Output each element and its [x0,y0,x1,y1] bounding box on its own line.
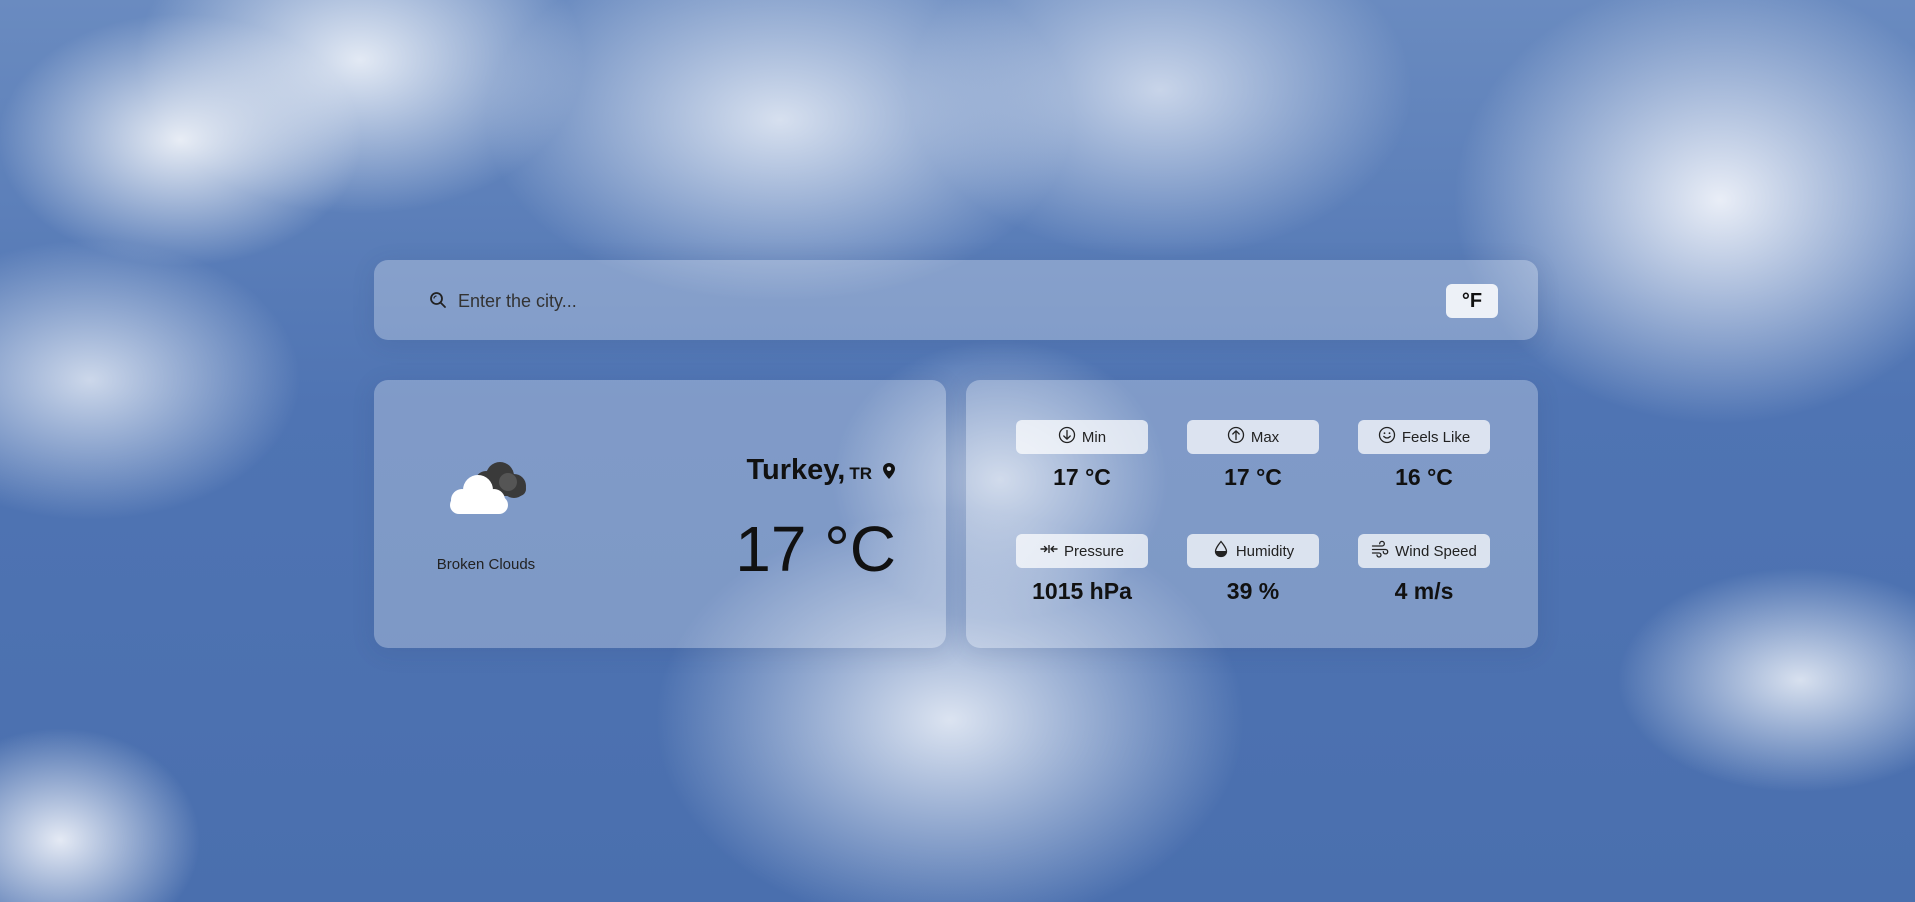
stat-pressure-chip: Pressure [1016,534,1148,568]
stat-wind-speed-chip: Wind Speed [1358,534,1490,568]
stat-min: Min 17 °C [1016,420,1148,491]
stat-wind-speed: Wind Speed 4 m/s [1358,534,1490,605]
location-pin-icon [882,462,896,480]
location: Turkey, TR [700,454,896,487]
stat-pressure-value: 1015 hPa [1032,578,1132,604]
wind-icon [1371,540,1389,562]
arrow-up-circle-icon [1227,426,1245,448]
stat-max-label: Max [1250,428,1280,446]
country-code: TR [849,464,872,483]
smiley-icon [1378,426,1396,448]
stat-humidity: Humidity 39 % [1187,534,1319,605]
condition-label: Broken Clouds [436,556,536,573]
arrow-down-circle-icon [1058,426,1076,448]
search-input[interactable] [458,282,1418,320]
stat-feels-like: Feels Like 16 °C [1358,420,1490,491]
stat-humidity-value: 39 % [1226,578,1280,604]
stat-wind-speed-value: 4 m/s [1394,578,1454,604]
stat-pressure: Pressure 1015 hPa [1016,534,1148,605]
stat-max: Max 17 °C [1187,420,1319,491]
stat-feels-like-label: Feels Like [1401,428,1471,446]
stat-min-chip: Min [1016,420,1148,454]
search-icon[interactable] [428,290,448,310]
stat-feels-like-chip: Feels Like [1358,420,1490,454]
stat-min-value: 17 °C [1053,464,1111,490]
water-drop-icon [1212,540,1230,562]
stat-max-chip: Max [1187,420,1319,454]
stat-wind-speed-label: Wind Speed [1395,542,1477,560]
city-name: Turkey, [746,454,846,486]
unit-toggle-button[interactable]: °F [1446,284,1498,318]
broken-clouds-icon [438,452,534,524]
current-temperature: 17 °C [735,513,896,585]
stat-humidity-label: Humidity [1235,542,1295,560]
compress-arrows-icon [1040,540,1058,562]
stat-feels-like-value: 16 °C [1395,464,1453,490]
stat-min-label: Min [1081,428,1107,446]
stat-max-value: 17 °C [1224,464,1282,490]
stat-pressure-label: Pressure [1063,542,1125,560]
stat-humidity-chip: Humidity [1187,534,1319,568]
